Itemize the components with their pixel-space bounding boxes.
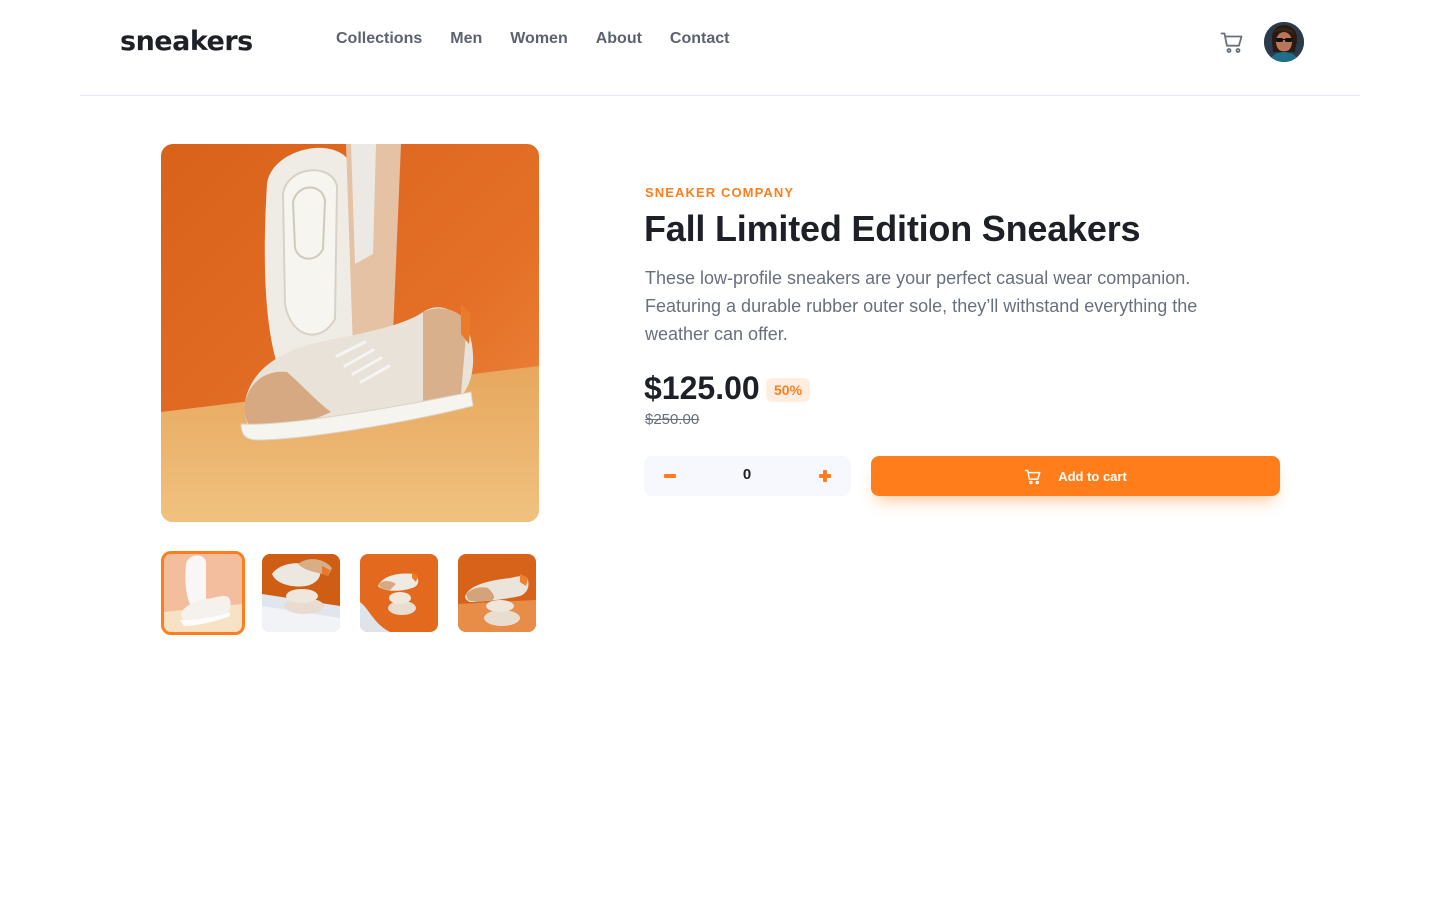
nav-link-collections[interactable]: Collections — [336, 30, 422, 48]
quantity-input[interactable] — [727, 466, 767, 483]
company-name: SNEAKER COMPANY — [645, 185, 795, 200]
quantity-stepper — [644, 456, 851, 496]
product-title: Fall Limited Edition Sneakers — [644, 208, 1141, 249]
nav-link-men[interactable]: Men — [450, 30, 482, 48]
thumbnail-active-overlay — [164, 554, 242, 632]
cart-icon — [1025, 469, 1041, 484]
cart-icon[interactable] — [1220, 30, 1244, 54]
thumbnail-2[interactable] — [262, 554, 340, 632]
thumbnail-4[interactable] — [458, 554, 536, 632]
add-to-cart-label: Add to cart — [1058, 468, 1127, 484]
user-avatar[interactable] — [1264, 22, 1304, 62]
current-price: $125.00 — [644, 370, 760, 406]
product-description: These low-profile sneakers are your perf… — [645, 268, 1198, 344]
thumbnail-1[interactable] — [161, 551, 245, 635]
thumbnail-strip — [161, 551, 539, 635]
nav-link-women[interactable]: Women — [510, 30, 567, 48]
add-to-cart-button[interactable]: Add to cart — [871, 456, 1280, 496]
nav-link-contact[interactable]: Contact — [670, 30, 730, 48]
logo[interactable]: sneakers — [120, 26, 253, 57]
nav-link-about[interactable]: About — [596, 30, 642, 48]
minus-icon[interactable] — [658, 464, 682, 488]
plus-icon[interactable] — [813, 464, 837, 488]
thumbnail-3[interactable] — [360, 554, 438, 632]
site-header: sneakers Collections Men Women About Con… — [80, 0, 1360, 96]
main-nav: Collections Men Women About Contact — [336, 30, 757, 48]
discount-badge: 50% — [766, 378, 811, 402]
original-price: $250.00 — [645, 411, 700, 428]
sneaker-photo-main[interactable] — [161, 144, 539, 522]
